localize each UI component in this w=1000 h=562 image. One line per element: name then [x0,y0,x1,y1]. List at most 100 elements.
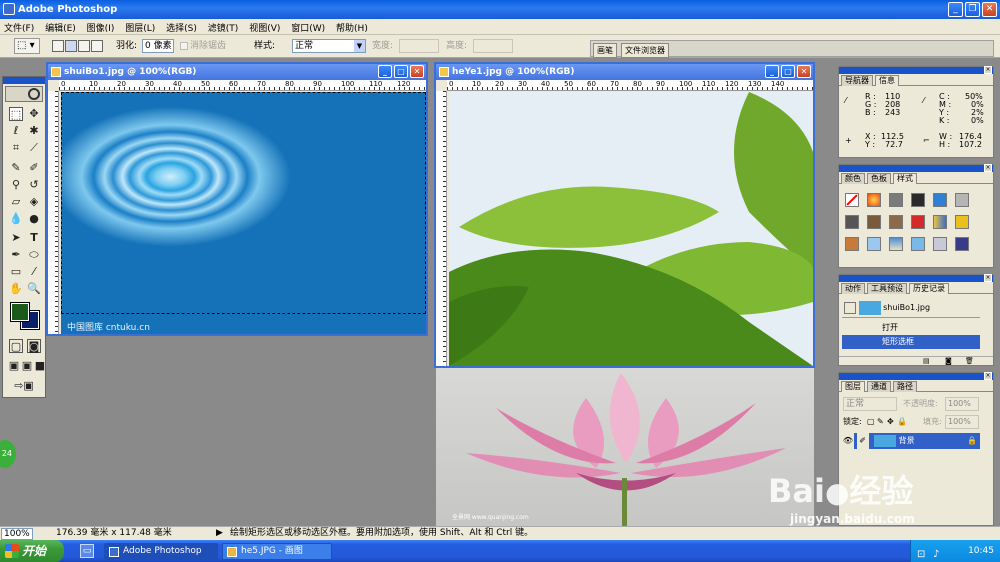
move-tool-icon[interactable]: ✥ [27,107,41,121]
menu-window[interactable]: 窗口(W) [287,19,329,36]
menu-file[interactable]: 文件(F) [0,19,38,36]
play-arrow-icon[interactable]: ▶ [216,527,223,540]
style-swatch[interactable] [889,237,903,251]
tab-history[interactable]: 历史记录 [909,283,949,294]
restore-button[interactable]: ❐ [965,2,980,17]
document-size[interactable]: 176.39 毫米 x 117.48 毫米 [56,527,172,540]
layers-panel-close-icon[interactable]: × [984,372,992,380]
clone-stamp-tool-icon[interactable]: ⚲ [9,178,23,192]
doc2-maximize-button[interactable]: □ [781,65,795,78]
lock-transparency-icon[interactable]: ▢ [867,417,875,426]
style-swatch[interactable] [867,215,881,229]
new-document-icon[interactable]: ▤ [923,357,930,365]
fill-input[interactable]: 100% [945,415,979,429]
style-swatch[interactable] [845,237,859,251]
tab-tool-presets[interactable]: 工具预设 [867,283,907,294]
tab-paths[interactable]: 路径 [893,381,917,392]
tab-channels[interactable]: 通道 [867,381,891,392]
blur-tool-icon[interactable]: 💧 [9,212,23,226]
marquee-preset-picker[interactable]: ⬚ ▾ [14,38,40,54]
style-swatch[interactable] [955,193,969,207]
styles-panel-header[interactable]: × [839,164,993,172]
doc2-close-button[interactable]: ✕ [797,65,811,78]
style-swatch[interactable] [845,215,859,229]
style-swatch[interactable] [955,237,969,251]
styles-panel-close-icon[interactable]: × [984,164,992,172]
menu-filter[interactable]: 滤镜(T) [204,19,243,36]
floating-badge[interactable]: 24 [0,440,16,468]
tab-actions[interactable]: 动作 [841,283,865,294]
zoom-input[interactable]: 100% [1,528,33,540]
paint-bucket-tool-icon[interactable]: ◈ [27,195,41,209]
menu-help[interactable]: 帮助(H) [332,19,372,36]
rect-marquee-tool-icon[interactable]: ⬚ [9,107,23,121]
history-brush-source-icon[interactable] [844,301,856,314]
tab-layers[interactable]: 图层 [841,381,865,392]
style-swatch[interactable] [867,193,881,207]
style-select[interactable]: 正常 ▼ [292,39,366,53]
lasso-tool-icon[interactable]: ℓ [9,124,23,138]
hand-tool-icon[interactable]: ✋ [9,282,23,296]
history-snapshot[interactable]: shuiBo1.jpg [842,298,980,318]
menu-select[interactable]: 选择(S) [162,19,201,36]
notes-tool-icon[interactable]: ▭ [9,265,23,279]
brush-icon[interactable]: ✐ [856,433,869,449]
layers-panel-header[interactable]: × [839,372,993,380]
volume-icon[interactable]: ♪ [933,544,939,562]
toolbox-header[interactable] [3,77,45,84]
height-input[interactable] [473,39,513,53]
tab-color[interactable]: 颜色 [841,173,865,184]
crop-tool-icon[interactable]: ⌗ [9,141,23,155]
doc1-close-button[interactable]: ✕ [410,65,424,78]
dodge-tool-icon[interactable]: ● [27,212,41,226]
screen-mode-standard-icon[interactable]: ▣ [7,359,21,373]
type-tool-icon[interactable]: T [27,231,41,245]
eye-icon[interactable]: 👁 [842,433,854,449]
lotus-leaf-image[interactable] [449,92,813,366]
jump-to-imageready-icon[interactable]: ⇨▣ [9,379,39,393]
style-swatch[interactable] [911,215,925,229]
start-button[interactable]: 开始 [0,540,64,562]
doc2-titlebar[interactable]: heYe1.jpg @ 100%(RGB) _ □ ✕ [436,64,813,80]
style-swatch[interactable] [867,237,881,251]
menu-edit[interactable]: 编辑(E) [41,19,80,36]
blend-mode-select[interactable]: 正常 [843,397,897,411]
menu-image[interactable]: 图像(I) [83,19,119,36]
screen-mode-full-menu-icon[interactable]: ▣ [20,359,34,373]
doc1-maximize-button[interactable]: □ [394,65,408,78]
minimize-button[interactable]: _ [948,2,963,17]
doc1-titlebar[interactable]: shuiBo1.jpg @ 100%(RGB) _ □ ✕ [48,64,426,80]
new-snapshot-icon[interactable]: ◙ [945,357,952,365]
lock-pixels-icon[interactable]: ✎ [877,417,884,426]
tab-swatches[interactable]: 色板 [867,173,891,184]
new-selection-button[interactable] [52,40,64,52]
palette-well-brushes-tab[interactable]: 画笔 [593,43,617,58]
pen-tool-icon[interactable]: ✒ [9,248,23,262]
close-button[interactable]: ✕ [982,2,997,17]
style-swatch[interactable] [911,237,925,251]
add-selection-button[interactable] [65,40,77,52]
history-step-selected[interactable]: 矩形选框 [842,335,980,349]
taskbar-item-paint[interactable]: he5.JPG - 画图 [222,543,332,560]
menu-layer[interactable]: 图层(L) [121,19,159,36]
trash-icon[interactable]: 🗑 [965,357,974,365]
lock-all-icon[interactable]: 🔒 [897,417,907,426]
path-select-tool-icon[interactable]: ➤ [9,231,23,245]
taskbar-item-photoshop[interactable]: Adobe Photoshop [104,543,218,560]
shape-tool-icon[interactable]: ⬭ [27,248,41,262]
style-swatch[interactable] [889,193,903,207]
history-brush-tool-icon[interactable]: ↺ [27,178,41,192]
tab-styles[interactable]: 样式 [893,173,917,184]
doc1-minimize-button[interactable]: _ [378,65,392,78]
subtract-selection-button[interactable] [78,40,90,52]
feather-input[interactable]: 0 像素 [142,39,174,53]
style-swatch[interactable] [911,193,925,207]
info-panel-header[interactable]: × [839,66,993,74]
photoshop-app-icon[interactable] [3,3,15,15]
style-swatch[interactable] [933,215,947,229]
photoshop-logo-icon[interactable] [5,86,43,102]
style-swatch[interactable] [889,215,903,229]
screen-mode-full-icon[interactable]: ■ [33,359,47,373]
layer-row-background[interactable]: 👁 ✐ 背景 🔒 [842,433,980,449]
style-swatch[interactable] [933,193,947,207]
